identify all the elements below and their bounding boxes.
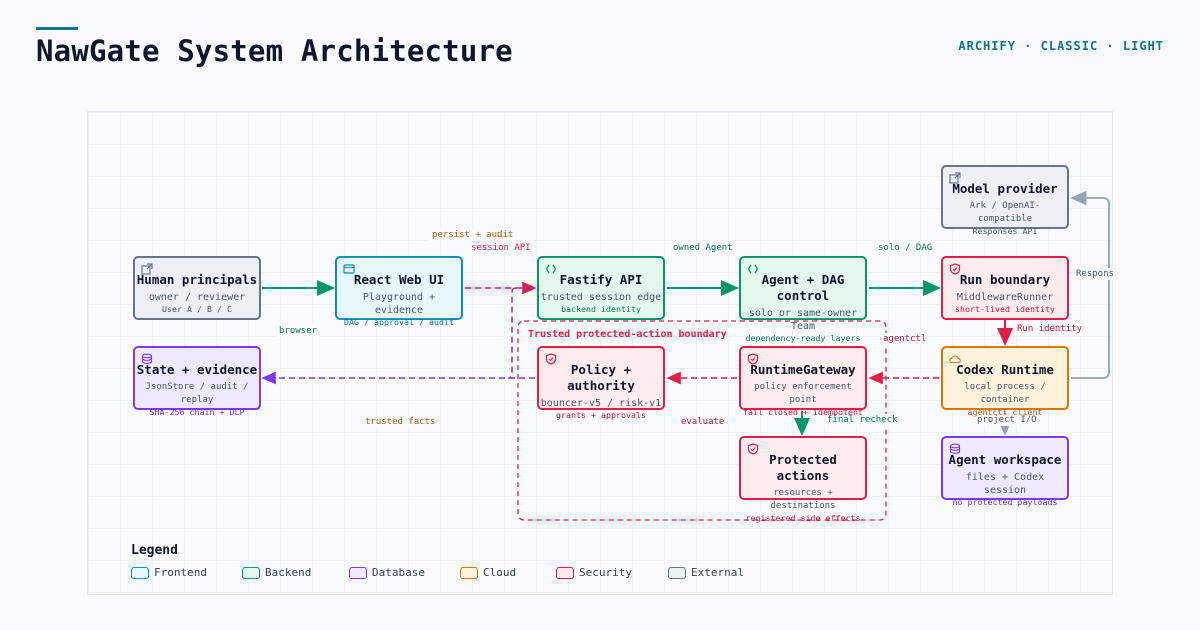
shield-icon [747,443,759,455]
legend-title: Legend [131,543,178,558]
edge-label-session: session API [468,242,534,254]
legend-label: Backend [265,566,312,579]
legend-label: Frontend [154,566,207,579]
node-human-principals[interactable]: Human principals owner / reviewer User A… [133,256,261,320]
code-braces-icon [747,264,759,274]
database-icon [141,353,153,365]
legend-swatch [349,567,367,579]
legend-label: Security [579,566,632,579]
database-icon [949,443,961,455]
node-title: Codex Runtime [956,362,1054,377]
node-agent-workspace[interactable]: Agent workspace files + Codex session no… [941,436,1069,507]
shield-icon [545,353,557,365]
node-title: Agent workspace [948,452,1062,467]
node-subtitle: Ark / OpenAI-compatible [969,201,1041,224]
node-subtitle: bouncer-v5 / risk-v1 [540,398,662,409]
node-subtitle: solo or same-owner Team [748,308,858,332]
edge-label-evaluate: evaluate [678,416,728,428]
node-subtitle: owner / reviewer [148,292,246,303]
legend-label: External [691,566,744,579]
edge-label-solo: solo / DAG [875,242,936,254]
node-detail: grants + approvals [556,410,646,420]
edge-label-browser: browser [276,325,320,337]
node-title: Policy + authority [567,362,635,393]
node-detail: no protected payloads [952,497,1058,507]
node-detail: registered side effects [745,513,861,523]
node-detail: short-lived identity [955,304,1055,314]
legend-swatch [460,567,478,579]
legend-label: Cloud [483,566,517,579]
legend-label: Database [372,566,425,579]
legend-swatch [556,567,574,579]
node-codex-runtime[interactable]: Codex Runtime local process / container … [941,346,1069,417]
node-title: Human principals [136,272,258,287]
shield-icon [747,353,759,365]
node-subtitle: resources + destinations [770,488,836,511]
node-detail: SHA-256 chain + DLP [149,407,245,417]
node-detail: fail closed + idempotent [743,407,863,417]
node-title: State + evidence [136,362,258,377]
node-detail: DAG / approval / audit [344,317,454,327]
cloud-icon [949,355,961,364]
node-subtitle: Playground + evidence [362,292,436,316]
code-braces-icon [545,264,557,274]
node-title: RuntimeGateway [750,362,856,377]
edge-label-responses: Respons [1073,268,1117,280]
node-subtitle: MiddlewareRunner [956,292,1054,303]
node-subtitle: files + Codex session [965,472,1045,496]
node-title: Agent + DAG control [761,272,845,303]
node-detail: dependency-ready layers [745,333,861,343]
browser-window-icon [343,264,355,274]
node-protected-actions[interactable]: Protected actions resources + destinatio… [739,436,867,523]
boundary-label: Trusted protected-action boundary [526,329,729,340]
edge-label-runid: Run identity [1014,323,1086,335]
node-title: Fastify API [559,272,643,287]
legend-swatch [131,567,149,579]
node-policy-authority[interactable]: Policy + authority bouncer-v5 / risk-v1 … [537,346,665,420]
node-detail: Responses API [972,226,1038,236]
node-runtime-gateway[interactable]: RuntimeGateway policy enforcement point … [739,346,867,417]
node-title: Protected actions [769,452,837,483]
node-subtitle: policy enforcement point [754,382,852,405]
node-run-boundary[interactable]: Run boundary MiddlewareRunner short-live… [941,256,1069,320]
legend-swatch [668,567,686,579]
node-subtitle: trusted session edge [540,292,662,303]
node-subtitle: local process / container [964,382,1046,405]
node-subtitle: JsonStore / audit / replay [145,382,249,405]
node-detail: User A / B / C [162,304,232,314]
edge-codex-model [1070,190,1110,379]
node-title: Run boundary [959,272,1051,287]
edge-label-agentctl: agentctl [880,333,930,345]
node-model-provider[interactable]: Model provider Ark / OpenAI-compatible R… [941,165,1069,236]
edge-label-persist: persist + audit [429,229,517,241]
shield-icon [949,263,961,275]
edge-label-owned: owned Agent [670,242,736,254]
node-fastify-api[interactable]: Fastify API trusted session edge backend… [537,256,665,320]
external-link-icon [141,263,153,275]
node-agent-dag-control[interactable]: Agent + DAG control solo or same-owner T… [739,256,867,343]
node-title: Model provider [952,181,1058,196]
node-title: React Web UI [353,272,445,287]
node-detail: agentctl client [967,407,1043,417]
legend-swatch [242,567,260,579]
node-react-web-ui[interactable]: React Web UI Playground + evidence DAG /… [335,256,463,327]
external-link-icon [949,172,961,184]
node-state-evidence[interactable]: State + evidence JsonStore / audit / rep… [133,346,261,417]
node-detail: backend identity [561,304,641,314]
edge-label-facts: trusted facts [362,416,439,428]
